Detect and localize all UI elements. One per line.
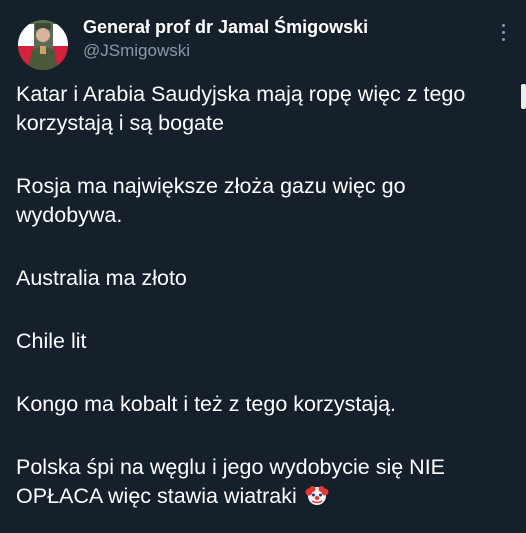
- author-display-name[interactable]: Generał prof dr Jamal Śmigowski: [83, 15, 483, 39]
- tweet-paragraph: Rosja ma największe złoża gazu więc go w…: [16, 174, 406, 227]
- tweet-text: Katar i Arabia Saudyjska mają ropę więc …: [16, 80, 512, 515]
- tweet-paragraph: Polska śpi na węglu i jego wydobycie się…: [16, 453, 512, 515]
- author-block: Generał prof dr Jamal Śmigowski @JSmigow…: [83, 15, 483, 63]
- tweet-paragraph: Kongo ma kobalt i też z tego korzystają.: [16, 392, 397, 416]
- tweet-paragraph-text: Polska śpi na węglu i jego wydobycie się…: [16, 455, 446, 508]
- avatar-image: [18, 20, 68, 70]
- author-handle[interactable]: @JSmigowski: [83, 39, 483, 63]
- avatar[interactable]: [18, 20, 68, 70]
- tweet-paragraph: Katar i Arabia Saudyjska mają ropę więc …: [16, 82, 466, 135]
- clown-face-icon: [305, 483, 329, 515]
- tweet-paragraph: Chile lit: [16, 329, 87, 353]
- tweet-paragraph: Australia ma złoto: [16, 266, 187, 290]
- tweet-header: Generał prof dr Jamal Śmigowski @JSmigow…: [16, 12, 512, 70]
- scrollbar-thumb[interactable]: [521, 84, 526, 109]
- more-options-icon[interactable]: [498, 24, 508, 46]
